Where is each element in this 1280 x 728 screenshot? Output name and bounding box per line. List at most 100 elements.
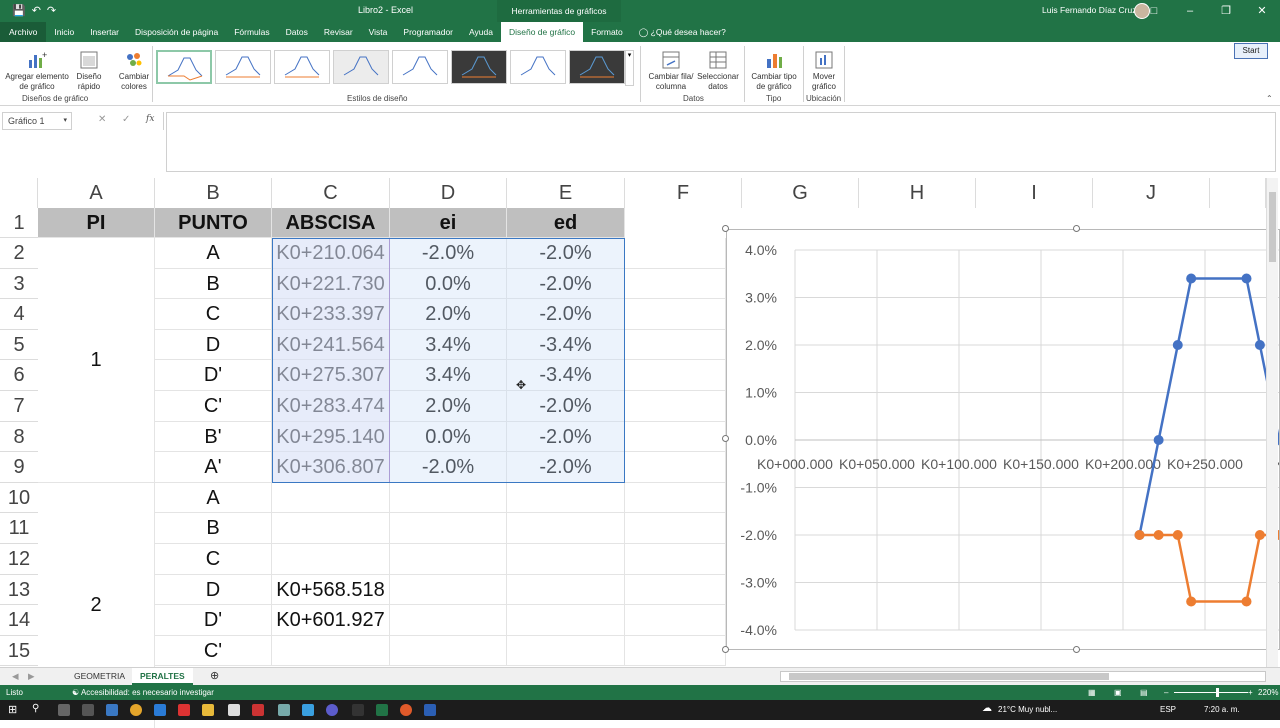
column-header-f[interactable]: F [625,178,742,208]
row-header-4[interactable]: 4 [0,299,38,330]
chart-style-5[interactable] [392,50,448,84]
cell-b4[interactable]: C [155,299,272,330]
resize-handle-bottom[interactable] [1073,646,1080,653]
chevron-down-icon[interactable]: ▾ [63,113,67,129]
change-chart-type-button[interactable]: Cambiar tipo de gráfico [748,46,800,92]
cell-e14[interactable] [507,605,625,636]
cell-e10[interactable] [507,482,625,514]
cell-f5[interactable] [625,329,726,361]
row-header-10[interactable]: 10 [0,483,38,514]
cell-c1[interactable]: ABSCISA [272,208,390,238]
cell-c4[interactable]: K0+233.397 [272,299,390,330]
chrome-icon[interactable] [130,704,142,716]
search-icon[interactable]: ⚲ [32,703,39,714]
app-icon-1[interactable] [82,704,94,716]
zoom-out-icon[interactable]: – [1164,685,1168,700]
cell-b6[interactable]: D' [155,360,272,391]
cell-c8[interactable]: K0+295.140 [272,421,390,453]
cell-d2[interactable]: -2.0% [390,238,507,269]
word-icon[interactable] [424,704,436,716]
cell-b3[interactable]: B [155,268,272,300]
resize-handle-tl[interactable] [722,225,729,232]
cell-c2[interactable]: K0+210.064 [272,238,390,269]
cell-d4[interactable]: 2.0% [390,299,507,330]
row-header-11[interactable]: 11 [0,513,38,544]
tab-inicio[interactable]: Inicio [46,22,82,42]
minimize-icon[interactable]: – [1172,0,1208,22]
cell-e9[interactable]: -2.0% [507,452,625,483]
chart-style-1[interactable] [156,50,212,84]
cell-f7[interactable] [625,391,726,422]
column-header-j[interactable]: J [1093,178,1210,208]
chart-style-4[interactable] [333,50,389,84]
cell-b5[interactable]: D [155,329,272,361]
cell-b11[interactable]: B [155,513,272,544]
tell-me-search[interactable]: ◯ ¿Qué desea hacer? [639,22,726,42]
cell-b9[interactable]: A' [155,452,272,483]
zoom-slider[interactable] [1174,692,1248,693]
select-data-button[interactable]: Seleccionar datos [696,46,740,92]
chart-style-7[interactable] [510,50,566,84]
fx-icon[interactable]: fx [146,114,154,124]
cell-e7[interactable]: -2.0% [507,391,625,422]
sheet-tab-geometria[interactable]: GEOMETRIA [66,668,133,685]
redo-icon[interactable]: ↷ [47,0,56,22]
cell-f8[interactable] [625,421,726,453]
cell-d3[interactable]: 0.0% [390,268,507,300]
sheet-nav-next-icon[interactable]: ▶ [20,668,43,685]
cell-e11[interactable] [507,513,625,544]
row-header-8[interactable]: 8 [0,422,38,453]
cell-f14[interactable] [625,605,726,636]
cell-b2[interactable]: A [155,238,272,269]
cell-b15[interactable]: C' [155,635,272,667]
acrobat-icon[interactable] [252,704,264,716]
undo-icon[interactable]: ↶ [32,0,41,22]
maximize-icon[interactable]: ❐ [1208,0,1244,22]
tab-vista[interactable]: Vista [361,22,396,42]
cell-e1[interactable]: ed [507,208,625,238]
gallery-more-icon[interactable]: ▾ [625,50,634,86]
cell-e13[interactable] [507,574,625,606]
cell-d15[interactable] [390,635,507,667]
cell-f2[interactable] [625,238,726,269]
cell-d11[interactable] [390,513,507,544]
cell-d7[interactable]: 2.0% [390,391,507,422]
column-header-a[interactable]: A [38,178,155,208]
cell-e3[interactable]: -2.0% [507,268,625,300]
tab-disposicion[interactable]: Disposición de página [127,22,226,42]
tab-revisar[interactable]: Revisar [316,22,361,42]
column-header-i[interactable]: I [976,178,1093,208]
cell-c15[interactable] [272,635,390,667]
cell-d14[interactable] [390,605,507,636]
row-header-9[interactable]: 9 [0,452,38,483]
cell-c3[interactable]: K0+221.730 [272,268,390,300]
app-icon-9[interactable] [400,704,412,716]
zoom-slider-thumb[interactable] [1216,688,1219,697]
row-header-1[interactable]: 1 [0,208,38,238]
cell-c6[interactable]: K0+275.307 [272,360,390,391]
cell-c5[interactable]: K0+241.564 [272,329,390,361]
cell-c10[interactable] [272,482,390,514]
cell-e15[interactable] [507,635,625,667]
cell-f13[interactable] [625,574,726,606]
column-header-h[interactable]: H [859,178,976,208]
cell-b14[interactable]: D' [155,605,272,636]
weather-text[interactable]: 21°C Muy nubl... [998,705,1057,714]
resize-handle-bl[interactable] [722,646,729,653]
cell-d8[interactable]: 0.0% [390,421,507,453]
cell-d5[interactable]: 3.4% [390,329,507,361]
close-icon[interactable]: ✕ [1244,0,1280,22]
collapse-ribbon-icon[interactable]: ⌃ [1266,94,1273,103]
tab-datos[interactable]: Datos [278,22,316,42]
tab-insertar[interactable]: Insertar [82,22,127,42]
cell-d1[interactable]: ei [390,208,507,238]
row-header-12[interactable]: 12 [0,544,38,575]
cell-c11[interactable] [272,513,390,544]
add-chart-element-button[interactable]: + Agregar elemento de gráfico [4,46,70,92]
check-icon[interactable]: ✓ [122,114,130,125]
switch-row-column-button[interactable]: Cambiar fila/ columna [646,46,696,92]
horizontal-scrollbar[interactable] [780,671,1266,682]
tab-diseno-grafico[interactable]: Diseño de gráfico [500,22,584,42]
column-header-k[interactable] [1210,178,1266,208]
cell-b13[interactable]: D [155,574,272,606]
